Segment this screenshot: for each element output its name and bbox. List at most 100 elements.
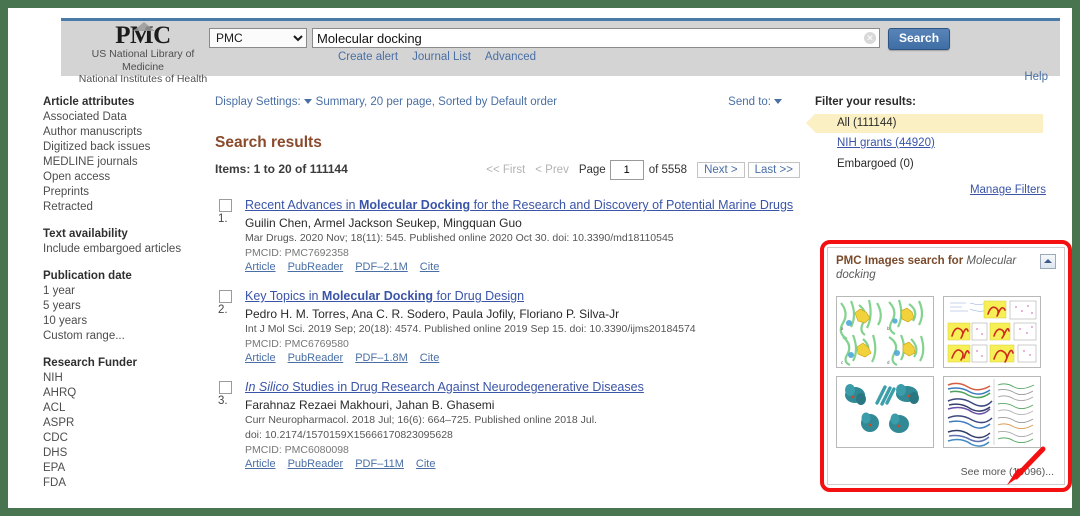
clear-search-icon[interactable]: ✕: [864, 32, 876, 44]
facet-item[interactable]: FDA: [43, 476, 208, 491]
pmc-roof-icon: [133, 22, 155, 31]
facet-item[interactable]: NIH: [43, 371, 208, 386]
result-title-part: for the Research and Discovery of Potent…: [470, 198, 794, 212]
thumb-art-1: ab cd: [837, 297, 933, 367]
result-pmcid: PMCID: PMC6080098: [245, 444, 349, 456]
thumbnail-protein-ligand-green[interactable]: ab cd: [836, 296, 934, 368]
facet-item[interactable]: Custom range...: [43, 329, 208, 344]
result-item: 2. Key Topics in Molecular Docking for Dr…: [215, 289, 800, 364]
facet-item[interactable]: MEDLINE journals: [43, 155, 208, 170]
facet-item[interactable]: ACL: [43, 401, 208, 416]
result-link[interactable]: PDF–1.8M: [355, 352, 408, 364]
result-authors: Guilin Chen, Armel Jackson Seukep, Mingq…: [245, 216, 522, 230]
facet-item[interactable]: 5 years: [43, 299, 208, 314]
total-pages-label: of 5558: [648, 164, 688, 177]
facet-item[interactable]: Open access: [43, 170, 208, 185]
last-page-button[interactable]: Last >>: [747, 162, 800, 179]
create-alert-link[interactable]: Create alert: [338, 51, 398, 63]
facet-item[interactable]: ASPR: [43, 416, 208, 431]
result-link[interactable]: PubReader: [288, 261, 344, 273]
pmc-logo-block[interactable]: PMC US National Library of Medicine Nati…: [73, 22, 213, 85]
database-select[interactable]: PMC: [209, 28, 307, 48]
result-link[interactable]: PubReader: [288, 352, 344, 364]
thumbnail-colored-traces[interactable]: [943, 376, 1042, 448]
result-citation: Int J Mol Sci. 2019 Sep; 20(18): 4574. P…: [245, 323, 696, 335]
advanced-search-link[interactable]: Advanced: [485, 51, 536, 63]
send-to-label: Send to:: [728, 96, 771, 108]
result-link[interactable]: Article: [245, 352, 276, 364]
facet-item[interactable]: AHRQ: [43, 386, 208, 401]
result-title-part: for Drug Design: [433, 289, 525, 303]
facet-item[interactable]: CDC: [43, 431, 208, 446]
result-checkbox[interactable]: [219, 199, 232, 212]
result-title-link[interactable]: Key Topics in Molecular Docking for Drug…: [245, 289, 800, 304]
facet-item[interactable]: Digitized back issues: [43, 140, 208, 155]
facet-item[interactable]: Include embargoed articles: [43, 242, 208, 257]
thumbnail-yellow-panels[interactable]: [943, 296, 1042, 368]
result-citation: Curr Neuropharmacol. 2018 Jul; 16(6): 66…: [245, 414, 597, 426]
filter-option[interactable]: All (111144): [806, 114, 1043, 133]
result-link[interactable]: Cite: [420, 261, 440, 273]
pagination: << First < Prev Page of 5558 Next >Last >>: [486, 160, 800, 180]
result-checkbox[interactable]: [219, 381, 232, 394]
result-number: 3.: [218, 395, 228, 407]
pmc-logo-text: PMC: [115, 22, 171, 49]
send-to-button[interactable]: Send to:: [728, 96, 782, 108]
search-input[interactable]: [312, 28, 880, 48]
result-title-part: In Silico: [245, 380, 289, 394]
pmc-page: PMC US National Library of Medicine Nati…: [25, 18, 1072, 508]
result-number: 2.: [218, 304, 228, 316]
result-link[interactable]: PDF–2.1M: [355, 261, 408, 273]
thumb-art-4: [944, 377, 1041, 447]
result-link[interactable]: PDF–11M: [355, 458, 404, 470]
thumb-art-2: [944, 297, 1041, 367]
help-link[interactable]: Help: [1024, 71, 1048, 83]
facet-item[interactable]: Associated Data: [43, 110, 208, 125]
collapse-up-icon[interactable]: [1040, 254, 1056, 269]
display-settings-value[interactable]: Summary, 20 per page, Sorted by Default …: [316, 96, 557, 108]
result-checkbox[interactable]: [219, 290, 232, 303]
journal-list-link[interactable]: Journal List: [412, 51, 471, 63]
facet-item[interactable]: 1 year: [43, 284, 208, 299]
results-list: 1. Recent Advances in Molecular Docking f…: [215, 198, 800, 470]
org-line-3: National Institutes of Health: [78, 73, 208, 85]
facet-item[interactable]: Preprints: [43, 185, 208, 200]
filter-option[interactable]: Embargoed (0): [815, 154, 1060, 175]
result-title-part: Molecular Docking: [358, 198, 471, 212]
facet-item[interactable]: 10 years: [43, 314, 208, 329]
facet-heading: Article attributes: [43, 96, 135, 108]
chevron-down-icon: [774, 99, 782, 105]
facet-item[interactable]: Author manuscripts: [43, 125, 208, 140]
display-settings-button[interactable]: Display Settings:: [215, 96, 312, 108]
result-link[interactable]: Cite: [416, 458, 436, 470]
facet-item[interactable]: Retracted: [43, 200, 208, 215]
result-title-link[interactable]: Recent Advances in Molecular Docking for…: [245, 198, 800, 213]
facet-heading: Text availability: [43, 228, 128, 240]
result-link[interactable]: Cite: [420, 352, 440, 364]
see-more-label[interactable]: See more (19096)...: [961, 466, 1054, 478]
result-title-link[interactable]: In Silico Studies in Drug Research Again…: [245, 380, 800, 395]
result-item: 1. Recent Advances in Molecular Docking f…: [215, 198, 800, 273]
prev-page-button: < Prev: [535, 164, 569, 177]
filter-option-link[interactable]: NIH grants (44920): [837, 137, 935, 149]
result-authors: Farahnaz Rezaei Makhouri, Jahan B. Ghase…: [245, 398, 495, 412]
facet-item[interactable]: DHS: [43, 446, 208, 461]
thumbnail-teal-structures[interactable]: [836, 376, 934, 448]
next-page-button[interactable]: Next >: [697, 162, 745, 179]
result-link[interactable]: Article: [245, 458, 276, 470]
manage-filters-row: Manage Filters: [815, 184, 1060, 196]
items-summary: Items: 1 to 20 of 111144: [215, 162, 348, 176]
result-link[interactable]: PubReader: [288, 458, 344, 470]
result-links: Article PubReader PDF–1.8M Cite: [245, 352, 800, 364]
facet-item[interactable]: EPA: [43, 461, 208, 476]
result-link[interactable]: Article: [245, 261, 276, 273]
filter-option[interactable]: NIH grants (44920): [815, 133, 1060, 154]
page-number-input[interactable]: [609, 160, 644, 180]
search-button[interactable]: Search: [888, 28, 951, 50]
search-row: PMC ✕ Search: [209, 28, 951, 50]
result-title-part: Key Topics in: [245, 289, 322, 303]
filters-list: All (111144) NIH grants (44920) Embargoed …: [806, 114, 1060, 175]
site-header: PMC US National Library of Medicine Nati…: [61, 18, 1060, 84]
manage-filters-link[interactable]: Manage Filters: [970, 184, 1046, 196]
facet-heading: Publication date: [43, 270, 132, 282]
